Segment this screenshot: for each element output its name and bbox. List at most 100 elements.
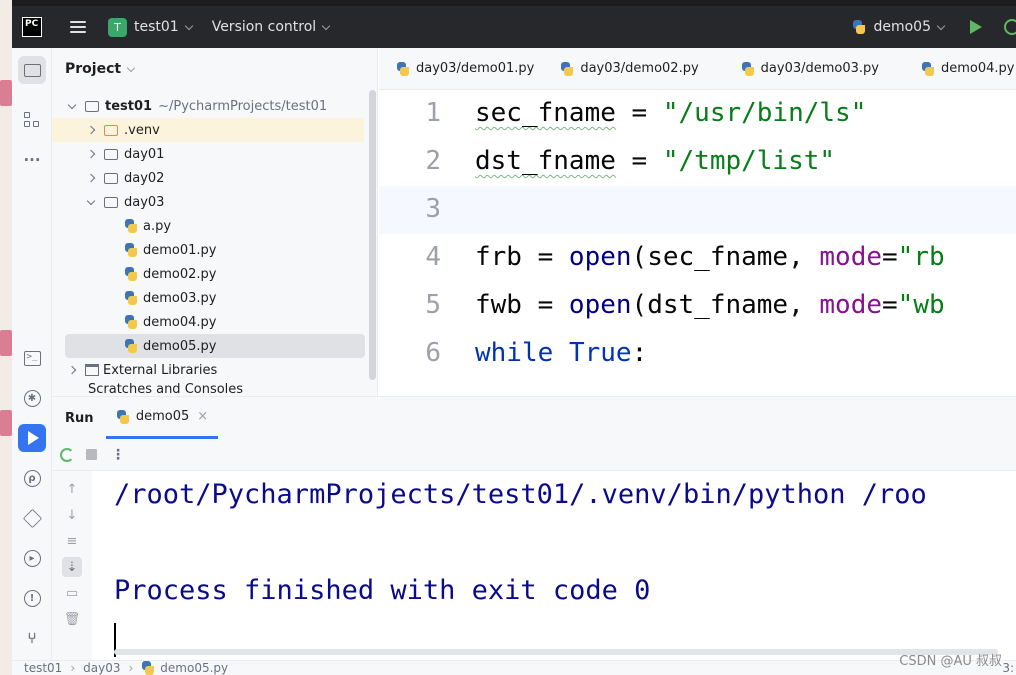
- console-horizontal-scrollbar[interactable]: [114, 649, 998, 655]
- tree-root-test01[interactable]: test01 ~/PycharmProjects/test01: [52, 94, 364, 118]
- breadcrumb-project[interactable]: test01: [24, 661, 62, 675]
- tree-item-scratches[interactable]: Scratches and Consoles: [52, 382, 364, 396]
- run-icon[interactable]: [970, 20, 982, 34]
- tree-item-demo02-py[interactable]: demo02.py: [52, 262, 364, 286]
- main-menu-icon[interactable]: [70, 21, 86, 33]
- breadcrumb-folder[interactable]: day03: [83, 661, 120, 675]
- editor-tab-demo04[interactable]: demo04.py: [921, 61, 1014, 76]
- collapse-arrow-icon: [86, 125, 96, 135]
- services-run-tool-button[interactable]: ▸: [18, 544, 46, 572]
- project-tool-button[interactable]: [18, 56, 46, 84]
- python-file-icon: [852, 20, 866, 34]
- tree-item-label: External Libraries: [103, 362, 218, 378]
- tree-item-day01[interactable]: day01: [52, 142, 364, 166]
- tree-item-label: day03: [124, 194, 165, 210]
- line-number: 2: [425, 146, 441, 176]
- editor-tab-label: day03/demo02.py: [580, 61, 699, 76]
- tree-item-label: day02: [124, 170, 165, 186]
- code-line-1: sec_fname = "/usr/bin/ls": [475, 98, 866, 128]
- code-line-2: dst_fname = "/tmp/list": [475, 146, 835, 176]
- project-panel-title: Project: [65, 61, 122, 77]
- structure-tool-button[interactable]: [18, 106, 46, 134]
- breadcrumb-file[interactable]: demo05.py: [160, 661, 228, 675]
- project-selector[interactable]: test01: [134, 19, 179, 35]
- python-file-icon: [124, 339, 138, 353]
- code-text: (dst_fname,: [631, 290, 820, 320]
- tree-item-external-libraries[interactable]: External Libraries: [52, 358, 364, 382]
- git-branch-icon: ⑂: [27, 629, 37, 647]
- structure-icon: [24, 112, 40, 128]
- string-literal: "wb: [897, 290, 945, 320]
- editor-tab-demo02[interactable]: day03/demo02.py: [560, 61, 699, 76]
- tree-item-demo01-py[interactable]: demo01.py: [52, 238, 364, 262]
- project-badge[interactable]: T: [108, 17, 127, 37]
- folder-icon: [104, 172, 118, 184]
- folder-icon: [104, 196, 118, 208]
- arrow-down-icon[interactable]: ↓: [62, 505, 82, 525]
- debug-icon[interactable]: [1004, 19, 1016, 35]
- problems-tool-button[interactable]: !: [18, 584, 46, 612]
- scroll-to-end-icon[interactable]: ⇣: [62, 557, 82, 577]
- version-control-menu[interactable]: Version control: [212, 19, 316, 35]
- string-literal: "rb: [897, 242, 945, 272]
- tree-item-day02[interactable]: day02: [52, 166, 364, 190]
- identifier: dst_fname: [475, 146, 616, 176]
- line-number: 5: [425, 290, 441, 320]
- tree-item-day03[interactable]: day03: [52, 190, 364, 214]
- tree-item-label: demo03.py: [143, 290, 217, 306]
- code-line-6: while True:: [475, 338, 647, 368]
- terminal-tool-button[interactable]: >_: [18, 344, 46, 372]
- expand-arrow-icon: [67, 100, 77, 109]
- arrow-up-icon[interactable]: ↑: [62, 479, 82, 499]
- code-text: fwb =: [475, 290, 569, 320]
- editor-tab-demo03[interactable]: day03/demo03.py: [741, 61, 879, 76]
- cursor-position[interactable]: 3:: [1002, 661, 1014, 675]
- tree-item-demo03-py[interactable]: demo03.py: [52, 286, 364, 310]
- more-vertical-icon[interactable]: ⋮: [111, 447, 125, 463]
- library-icon: [85, 364, 99, 376]
- code-text: =: [882, 290, 898, 320]
- services-tool-button[interactable]: [18, 504, 46, 532]
- desktop-left-edge: [0, 0, 12, 675]
- folder-icon: [23, 63, 41, 77]
- run-tab-label: demo05: [135, 409, 190, 424]
- line-number: 4: [425, 242, 441, 272]
- run-tool-button[interactable]: [18, 424, 46, 452]
- python-file-icon: [741, 61, 755, 76]
- run-toolbar: ⋮: [52, 439, 1016, 471]
- terminal-icon: >_: [23, 350, 41, 366]
- keyword-argument: mode: [819, 290, 883, 320]
- close-icon[interactable]: ×: [197, 409, 208, 424]
- trash-icon[interactable]: 🗑: [62, 609, 82, 629]
- python-file-icon: [124, 315, 138, 329]
- project-panel-header[interactable]: Project: [52, 48, 377, 90]
- soft-wrap-icon[interactable]: ≡: [62, 531, 82, 551]
- run-configuration-selector[interactable]: demo05: [873, 19, 931, 35]
- console-output[interactable]: /root/PycharmProjects/test01/.venv/bin/p…: [114, 471, 1016, 651]
- code-editor[interactable]: 1 2 3 4 5 6 sec_fname = "/usr/bin/ls" ds…: [379, 90, 1016, 396]
- rerun-icon[interactable]: [60, 447, 74, 462]
- editor-tab-bar: day03/demo01.py day03/demo02.py day03/de…: [379, 48, 1016, 90]
- expand-arrow-icon: [86, 196, 96, 205]
- more-tools-button[interactable]: ···: [18, 146, 46, 174]
- python-console-tool-button[interactable]: ρ: [18, 464, 46, 492]
- tree-item-demo04-py[interactable]: demo04.py: [52, 310, 364, 334]
- breadcrumb-separator: ›: [70, 661, 76, 675]
- tree-item-a-py[interactable]: a.py: [52, 214, 364, 238]
- code-text: (sec_fname,: [631, 242, 820, 272]
- python-file-icon: [124, 243, 138, 257]
- editor-tab-demo01[interactable]: day03/demo01.py: [396, 61, 534, 76]
- print-icon[interactable]: ▭: [62, 583, 82, 603]
- tree-item-label: .venv: [124, 122, 160, 138]
- stop-icon[interactable]: [86, 449, 97, 460]
- run-panel: Run demo05 × ⋮ ↑ ↓ ≡ ⇣ ▭ 🗑 /root/Pycharm…: [52, 396, 1016, 661]
- tree-item-venv[interactable]: .venv: [52, 118, 364, 142]
- chevron-down-icon: [184, 21, 193, 30]
- python-file-icon: [124, 219, 138, 233]
- debug-tool-button[interactable]: ✱: [18, 384, 46, 412]
- git-tool-button[interactable]: ⑂: [18, 624, 46, 652]
- project-scrollbar[interactable]: [369, 90, 376, 380]
- tree-item-demo05-py[interactable]: demo05.py: [65, 334, 365, 358]
- console-line: /root/PycharmProjects/test01/.venv/bin/p…: [114, 479, 927, 510]
- run-tab-demo05[interactable]: demo05 ×: [106, 397, 218, 439]
